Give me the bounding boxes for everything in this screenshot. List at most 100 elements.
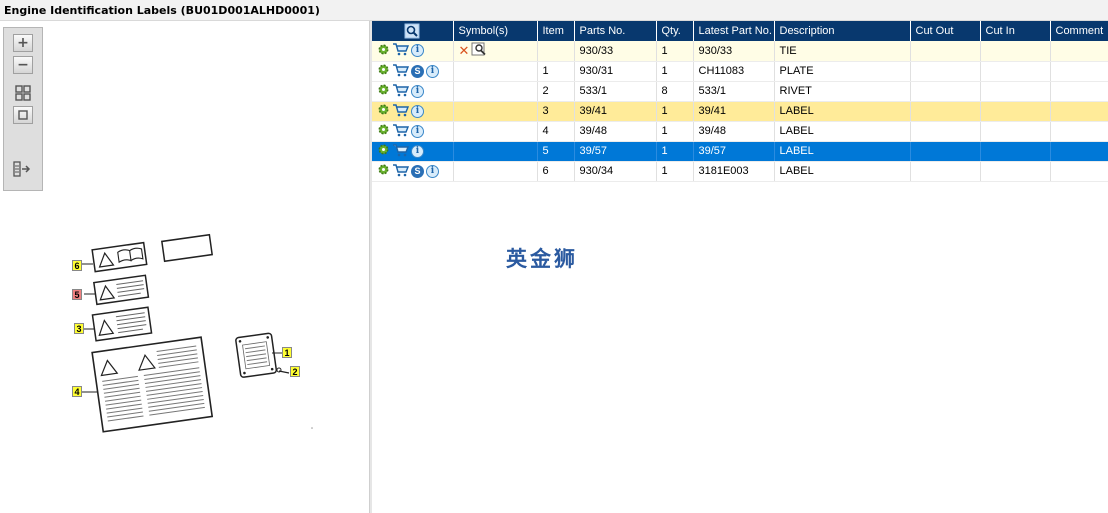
callout-4[interactable]: 4 xyxy=(72,386,82,397)
row-cut-out-cell xyxy=(910,41,981,62)
row-description-cell: LABEL xyxy=(774,141,911,162)
row-cut-in-cell xyxy=(980,141,1051,162)
row-comment-cell xyxy=(1050,61,1108,82)
parts-table: Symbol(s) Item Parts No. Qty. Latest Par… xyxy=(372,21,1108,182)
table-row[interactable]: i 4 39/48 1 39/48 LABEL xyxy=(372,121,1108,142)
callout-5[interactable]: 5 xyxy=(72,289,82,300)
exploded-diagram: 6 5 3 4 1 2 xyxy=(60,206,320,436)
illustration-pane[interactable]: + − 6 5 3 4 1 2 xyxy=(0,21,369,513)
table-row[interactable]: Si 1 930/31 1 CH11083 PLATE xyxy=(372,61,1108,82)
row-cut-out-cell xyxy=(910,81,981,102)
info-icon[interactable]: i xyxy=(426,164,439,178)
magnifier-icon[interactable] xyxy=(471,42,487,59)
row-cut-out-cell xyxy=(910,161,981,182)
row-description-cell: TIE xyxy=(774,41,911,62)
zoom-in-icon[interactable]: + xyxy=(13,34,33,52)
row-cut-out-cell xyxy=(910,141,981,162)
s-icon[interactable]: S xyxy=(411,64,424,78)
table-row[interactable]: i 5 39/57 1 39/57 LABEL xyxy=(372,141,1108,162)
title-bar: Engine Identification Labels (BU01D001AL… xyxy=(0,0,1108,21)
cart-icon[interactable] xyxy=(392,42,410,59)
gear-icon[interactable] xyxy=(377,123,390,139)
actual-size-icon[interactable] xyxy=(13,106,33,124)
row-description-cell: LABEL xyxy=(774,101,911,122)
row-item-cell: 4 xyxy=(537,121,575,142)
row-item-cell xyxy=(537,41,575,62)
callout-1[interactable]: 1 xyxy=(282,347,292,358)
row-comment-cell xyxy=(1050,161,1108,182)
table-header-row: Symbol(s) Item Parts No. Qty. Latest Par… xyxy=(372,21,1108,41)
row-latest-part-no-cell: 533/1 xyxy=(693,81,775,102)
gear-icon[interactable] xyxy=(377,43,390,59)
row-item-cell: 3 xyxy=(537,101,575,122)
row-latest-part-no-cell: CH11083 xyxy=(693,61,775,82)
row-cut-in-cell xyxy=(980,61,1051,82)
row-comment-cell xyxy=(1050,121,1108,142)
row-actions-cell: i xyxy=(372,141,454,162)
info-icon[interactable]: i xyxy=(411,104,424,118)
x-icon[interactable]: ✕ xyxy=(459,43,470,59)
info-icon[interactable]: i xyxy=(426,64,439,78)
row-description-cell: PLATE xyxy=(774,61,911,82)
row-latest-part-no-cell: 39/41 xyxy=(693,101,775,122)
info-icon[interactable]: i xyxy=(411,124,424,138)
table-row[interactable]: i 2 533/1 8 533/1 RIVET xyxy=(372,81,1108,102)
row-latest-part-no-cell: 3181E003 xyxy=(693,161,775,182)
column-header-item[interactable]: Item xyxy=(537,21,575,41)
row-latest-part-no-cell: 930/33 xyxy=(693,41,775,62)
row-parts-no-cell: 930/31 xyxy=(574,61,657,82)
cart-icon[interactable] xyxy=(392,163,410,180)
row-actions-cell: Si xyxy=(372,61,454,82)
gear-icon[interactable] xyxy=(377,103,390,119)
column-header-symbols[interactable]: Symbol(s) xyxy=(453,21,538,41)
s-icon[interactable]: S xyxy=(411,164,424,178)
column-header-cut-out[interactable]: Cut Out xyxy=(910,21,981,41)
fit-icon[interactable] xyxy=(13,84,33,102)
column-header-parts-no[interactable]: Parts No. xyxy=(574,21,657,41)
app-window: Engine Identification Labels (BU01D001AL… xyxy=(0,0,1108,513)
cart-icon[interactable] xyxy=(392,123,410,140)
export-icon[interactable] xyxy=(13,160,33,178)
column-header-comment[interactable]: Comment xyxy=(1050,21,1108,41)
row-actions-cell: i xyxy=(372,121,454,142)
table-row[interactable]: i ✕ 930/33 1 930/33 TIE xyxy=(372,41,1108,62)
column-header-description[interactable]: Description xyxy=(774,21,911,41)
info-icon[interactable]: i xyxy=(411,144,424,158)
row-comment-cell xyxy=(1050,101,1108,122)
row-parts-no-cell: 39/41 xyxy=(574,101,657,122)
row-item-cell: 6 xyxy=(537,161,575,182)
gear-icon[interactable] xyxy=(377,63,390,79)
row-parts-no-cell: 930/33 xyxy=(574,41,657,62)
row-symbols-cell xyxy=(453,121,538,142)
gear-icon[interactable] xyxy=(377,83,390,99)
column-header-qty[interactable]: Qty. xyxy=(656,21,694,41)
row-item-cell: 2 xyxy=(537,81,575,102)
parts-grid-pane: Symbol(s) Item Parts No. Qty. Latest Par… xyxy=(372,21,1108,513)
info-icon[interactable]: i xyxy=(411,44,424,58)
callout-3[interactable]: 3 xyxy=(74,323,84,334)
row-description-cell: LABEL xyxy=(774,161,911,182)
search-icon[interactable] xyxy=(404,23,420,39)
gear-icon[interactable] xyxy=(377,143,390,159)
column-header-latest-part-no[interactable]: Latest Part No. xyxy=(693,21,775,41)
row-comment-cell xyxy=(1050,81,1108,102)
gear-icon[interactable] xyxy=(377,163,390,179)
row-qty-cell: 1 xyxy=(656,161,694,182)
cart-icon[interactable] xyxy=(392,63,410,80)
callout-2[interactable]: 2 xyxy=(290,366,300,377)
row-parts-no-cell: 39/48 xyxy=(574,121,657,142)
column-header-cut-in[interactable]: Cut In xyxy=(980,21,1051,41)
table-row[interactable]: i 3 39/41 1 39/41 LABEL xyxy=(372,101,1108,122)
column-header-actions[interactable] xyxy=(372,21,454,41)
info-icon[interactable]: i xyxy=(411,84,424,98)
cart-icon[interactable] xyxy=(392,103,410,120)
cart-icon[interactable] xyxy=(392,143,410,160)
table-row[interactable]: Si 6 930/34 1 3181E003 LABEL xyxy=(372,161,1108,182)
row-item-cell: 5 xyxy=(537,141,575,162)
row-cut-in-cell xyxy=(980,121,1051,142)
cart-icon[interactable] xyxy=(392,83,410,100)
row-qty-cell: 8 xyxy=(656,81,694,102)
row-qty-cell: 1 xyxy=(656,121,694,142)
zoom-out-icon[interactable]: − xyxy=(13,56,33,74)
callout-6[interactable]: 6 xyxy=(72,260,82,271)
